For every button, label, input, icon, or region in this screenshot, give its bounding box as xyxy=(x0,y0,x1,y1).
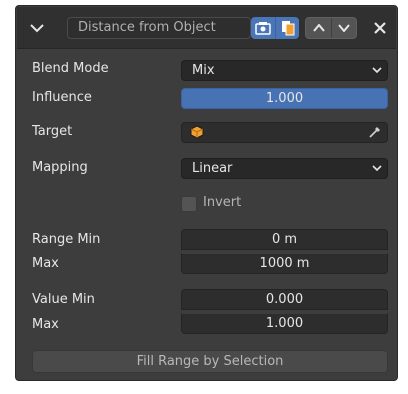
close-button[interactable] xyxy=(369,17,391,39)
target-label: Target xyxy=(32,124,73,139)
eyedropper-icon[interactable] xyxy=(368,126,381,139)
invert-checkbox[interactable] xyxy=(181,196,197,212)
value-min-label: Value Min xyxy=(32,292,95,307)
blend-mode-dropdown[interactable]: Mix xyxy=(181,60,388,81)
mapping-value: Linear xyxy=(192,161,233,176)
copy-icon xyxy=(281,21,294,36)
range-min-field[interactable]: 0 m xyxy=(181,229,388,250)
blend-mode-value: Mix xyxy=(192,63,215,78)
collapse-toggle[interactable] xyxy=(27,18,47,38)
range-min-label: Range Min xyxy=(32,232,101,247)
visibility-toggles xyxy=(251,17,299,39)
target-field[interactable] xyxy=(181,122,388,143)
panel-header: Distance from Object xyxy=(17,7,396,49)
blend-mode-label: Blend Mode xyxy=(32,61,109,76)
range-max-label: Max xyxy=(32,256,59,271)
chevron-up-icon xyxy=(312,24,325,32)
move-down-button[interactable] xyxy=(331,18,356,38)
render-toggle-icon xyxy=(255,22,271,35)
close-icon xyxy=(374,22,386,34)
value-min-field[interactable]: 0.000 xyxy=(181,289,388,310)
render-toggle[interactable] xyxy=(251,17,275,39)
influence-slider[interactable]: 1.000 xyxy=(181,88,388,109)
fill-range-button[interactable]: Fill Range by Selection xyxy=(32,350,388,373)
range-max-field[interactable]: 1000 m xyxy=(181,253,388,274)
invert-label[interactable]: Invert xyxy=(203,195,241,210)
chevron-down-icon xyxy=(30,23,44,32)
modifier-name-field[interactable]: Distance from Object xyxy=(67,17,251,39)
mapping-label: Mapping xyxy=(32,160,88,175)
mapping-dropdown[interactable]: Linear xyxy=(181,158,388,179)
chevron-down-icon xyxy=(372,165,382,172)
influence-label: Influence xyxy=(32,90,92,105)
move-buttons xyxy=(305,17,357,39)
value-max-field[interactable]: 1.000 xyxy=(181,313,388,334)
chevron-down-icon xyxy=(372,67,382,74)
modifier-panel: Distance from Object Blend Mode Mix Infl… xyxy=(15,5,398,381)
chevron-down-icon xyxy=(338,24,350,32)
object-cube-icon xyxy=(190,125,204,139)
move-up-button[interactable] xyxy=(306,18,331,38)
value-max-label: Max xyxy=(32,317,59,332)
copy-toggle[interactable] xyxy=(275,17,299,39)
